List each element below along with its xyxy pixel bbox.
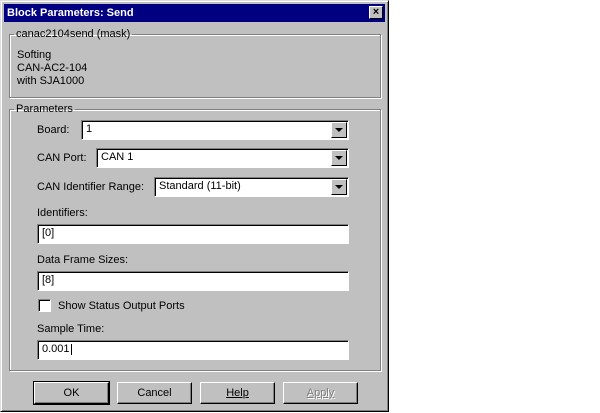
status-ports-checkbox[interactable] [38, 299, 51, 312]
close-icon[interactable]: × [369, 6, 383, 19]
chevron-down-icon[interactable] [331, 122, 347, 138]
identifiers-label: Identifiers: [37, 207, 88, 219]
window-title: Block Parameters: Send [7, 7, 134, 19]
frame-sizes-input[interactable]: [8] [37, 271, 349, 291]
sample-time-text: 0.001 [42, 343, 72, 355]
frame-sizes-label: Data Frame Sizes: [37, 254, 129, 266]
can-port-label: CAN Port: [37, 152, 87, 164]
parameters-group-legend: Parameters [16, 103, 73, 115]
cancel-button[interactable]: Cancel [117, 382, 192, 404]
status-ports-label[interactable]: Show Status Output Ports [58, 300, 185, 312]
help-button-label: Help [226, 387, 249, 399]
mask-desc-line-3: with SJA1000 [17, 75, 85, 87]
mask-desc-line-2: CAN-AC2-104 [17, 62, 88, 74]
block-parameters-dialog: Block Parameters: Send × canac2104send (… [0, 0, 389, 412]
frame-sizes-value: [8] [42, 274, 55, 286]
board-label: Board: [37, 124, 70, 136]
id-range-value: Standard (11-bit) [159, 180, 241, 192]
board-select[interactable]: 1 [81, 120, 349, 140]
mask-group-legend: canac2104send (mask) [16, 28, 131, 40]
can-port-value: CAN 1 [101, 151, 134, 163]
identifiers-value: [0] [42, 227, 55, 239]
chevron-down-icon[interactable] [331, 179, 347, 195]
sample-time-value: 0.001 [42, 343, 70, 355]
id-range-select[interactable]: Standard (11-bit) [154, 177, 349, 197]
identifiers-input[interactable]: [0] [37, 224, 349, 244]
mask-desc-line-1: Softing [17, 49, 52, 61]
chevron-down-icon[interactable] [331, 150, 347, 166]
ok-button[interactable]: OK [33, 381, 110, 405]
board-value: 1 [86, 123, 93, 135]
sample-time-label: Sample Time: [37, 323, 105, 335]
sample-time-input[interactable]: 0.001 [37, 340, 349, 360]
text-cursor [70, 343, 72, 355]
help-button[interactable]: Help [200, 382, 275, 404]
id-range-label: CAN Identifier Range: [37, 181, 144, 193]
can-port-select[interactable]: CAN 1 [96, 148, 349, 168]
apply-button[interactable]: Apply [283, 382, 358, 404]
title-bar[interactable]: Block Parameters: Send × [4, 4, 385, 22]
apply-button-label: Apply [306, 387, 335, 399]
